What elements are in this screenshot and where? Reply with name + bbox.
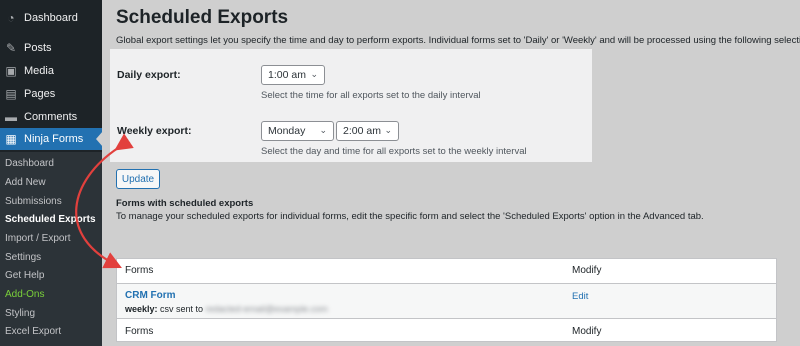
form-sent-text: csv sent to — [160, 304, 204, 314]
redacted-email: redacted-email@example.com — [205, 304, 328, 314]
pages-icon: ▤ — [5, 87, 17, 101]
column-header-modify: Modify — [572, 265, 602, 276]
form-export-details: weekly: csv sent to redacted-email@examp… — [125, 304, 328, 314]
weekly-day-select[interactable]: Monday ⌄ — [261, 121, 334, 141]
ninja-forms-icon: ▦ — [5, 132, 17, 146]
submenu-styling[interactable]: Styling — [5, 308, 35, 319]
menu-item-comments[interactable]: ▬ Comments — [0, 106, 102, 128]
main-content: Scheduled Exports Global export settings… — [102, 0, 800, 346]
menu-item-label: Pages — [24, 88, 56, 100]
menu-item-label: Posts — [24, 42, 52, 54]
column-footer-modify: Modify — [572, 326, 602, 337]
menu-item-ninja-forms[interactable]: ▦ Ninja Forms — [0, 128, 102, 150]
form-name-link[interactable]: CRM Form — [125, 290, 176, 301]
weekly-export-help: Select the day and time for all exports … — [261, 146, 527, 157]
forms-section-description: To manage your scheduled exports for ind… — [116, 211, 704, 222]
column-footer-forms: Forms — [125, 326, 154, 337]
submenu-dashboard[interactable]: Dashboard — [5, 158, 54, 169]
daily-time-value: 1:00 am — [268, 69, 306, 81]
menu-item-media[interactable]: ▣ Media — [0, 60, 102, 82]
forms-section-title: Forms with scheduled exports — [116, 198, 254, 209]
chevron-down-icon: ⌄ — [319, 125, 327, 135]
dashboard-icon: ◔ — [7, 11, 15, 25]
submenu-submissions[interactable]: Submissions — [5, 196, 62, 207]
menu-item-pages[interactable]: ▤ Pages — [0, 83, 102, 105]
submenu-scheduled-exports[interactable]: Scheduled Exports — [5, 214, 96, 225]
comments-icon: ▬ — [5, 110, 17, 124]
weekly-time-value: 2:00 am — [343, 125, 381, 137]
menu-item-label: Media — [24, 65, 54, 77]
page-title: Scheduled Exports — [116, 7, 289, 28]
submenu-get-help[interactable]: Get Help — [5, 270, 44, 281]
form-interval: weekly: — [125, 304, 158, 314]
media-icon: ▣ — [5, 64, 17, 78]
menu-item-posts[interactable]: ✎ Posts — [0, 37, 102, 59]
daily-export-help: Select the time for all exports set to t… — [261, 90, 481, 101]
page-description: Global export settings let you specify t… — [116, 35, 800, 46]
menu-item-label: Comments — [24, 111, 78, 123]
weekly-export-label: Weekly export: — [117, 125, 192, 137]
column-header-forms: Forms — [125, 265, 154, 276]
chevron-down-icon: ⌄ — [384, 125, 392, 135]
submenu-settings[interactable]: Settings — [5, 252, 41, 263]
chevron-down-icon: ⌄ — [310, 69, 318, 79]
menu-item-dashboard[interactable]: ◔ Dashboard — [0, 7, 102, 29]
ninja-forms-submenu: Dashboard Add New Submissions Scheduled … — [0, 152, 102, 346]
submenu-add-ons[interactable]: Add-Ons — [5, 289, 44, 300]
menu-item-label: Dashboard — [24, 12, 78, 24]
export-settings-panel: Daily export: 1:00 am ⌄ Select the time … — [110, 49, 592, 162]
daily-time-select[interactable]: 1:00 am ⌄ — [261, 65, 325, 85]
scheduled-forms-table: Forms Modify CRM Form weekly: csv sent t… — [116, 258, 777, 342]
weekly-time-select[interactable]: 2:00 am ⌄ — [336, 121, 399, 141]
update-button[interactable]: Update — [116, 169, 160, 189]
submenu-import-export[interactable]: Import / Export — [5, 233, 71, 244]
weekly-day-value: Monday — [268, 125, 306, 137]
pin-icon: ✎ — [5, 41, 17, 55]
admin-sidebar: ◔ Dashboard ✎ Posts ▣ Media ▤ Pages ▬ Co… — [0, 0, 103, 346]
table-row: CRM Form weekly: csv sent to redacted-em… — [117, 283, 776, 319]
submenu-add-new[interactable]: Add New — [5, 177, 46, 188]
edit-link[interactable]: Edit — [572, 291, 588, 302]
menu-item-label: Ninja Forms — [24, 133, 84, 145]
daily-export-label: Daily export: — [117, 69, 181, 81]
submenu-excel-export[interactable]: Excel Export — [5, 326, 61, 337]
